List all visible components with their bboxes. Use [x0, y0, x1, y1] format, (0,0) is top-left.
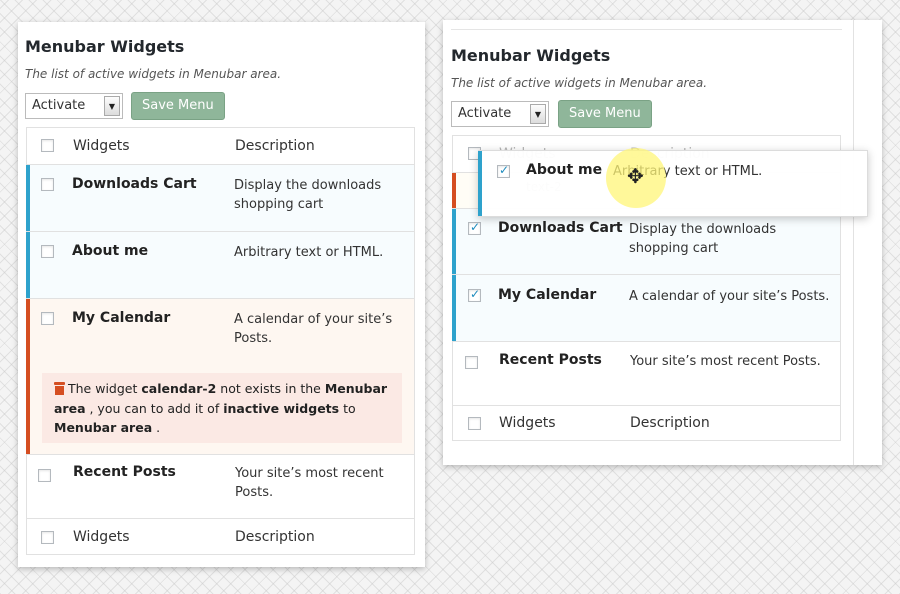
column-widgets: Widgets: [73, 138, 130, 154]
widget-name: Downloads Cart: [498, 220, 623, 236]
table-row[interactable]: My Calendar A calendar of your site’s Po…: [452, 275, 840, 342]
missing-widget-notice: The widget calendar-2 not exists in the …: [42, 373, 402, 443]
select-all-checkbox[interactable]: [41, 531, 54, 544]
row-checkbox[interactable]: [41, 245, 54, 258]
column-description: Description: [235, 529, 315, 545]
chevron-down-icon[interactable]: ▼: [104, 96, 120, 116]
trash-icon[interactable]: [54, 382, 65, 395]
table-row[interactable]: Downloads Cart Display the downloads sho…: [452, 209, 840, 275]
select-value: Activate: [32, 98, 86, 113]
widget-description: A calendar of your site’s Posts.: [234, 312, 393, 346]
active-indicator: [26, 232, 30, 298]
table-row[interactable]: Recent Posts Your site’s most recent Pos…: [453, 342, 840, 406]
save-menu-button[interactable]: Save Menu: [558, 100, 652, 128]
panel-subtitle: The list of active widgets in Menubar ar…: [25, 67, 282, 81]
widget-description: Display the downloads shopping cart: [234, 178, 382, 212]
widget-name: Downloads Cart: [72, 176, 197, 192]
table-footer: Widgets Description: [27, 519, 414, 555]
dragged-widget-row[interactable]: About me Arbitrary text or HTML.: [478, 150, 868, 217]
widgets-table: Widgets Description Downloads Cart Displ…: [26, 127, 415, 555]
row-checkbox[interactable]: [41, 178, 54, 191]
row-checkbox[interactable]: [465, 356, 478, 369]
table-row[interactable]: Recent Posts Your site’s most recent Pos…: [27, 455, 414, 519]
panel-title: Menubar Widgets: [451, 46, 611, 65]
active-indicator: [452, 209, 456, 274]
row-checkbox[interactable]: [468, 220, 481, 235]
widget-name: My Calendar: [498, 287, 597, 303]
panel-title: Menubar Widgets: [25, 37, 185, 56]
widget-description: Your site’s most recent Posts.: [235, 466, 384, 500]
save-menu-button[interactable]: Save Menu: [131, 92, 225, 120]
table-header: Widgets Description: [27, 128, 414, 165]
widget-name: About me: [72, 243, 149, 259]
table-row[interactable]: About me Arbitrary text or HTML.: [26, 232, 414, 299]
panel-subtitle: The list of active widgets in Menubar ar…: [451, 76, 708, 90]
active-indicator: [452, 275, 456, 341]
select-all-checkbox[interactable]: [41, 139, 54, 152]
column-description: Description: [235, 138, 315, 154]
row-checkbox[interactable]: [41, 312, 54, 325]
widget-description: Your site’s most recent Posts.: [630, 354, 821, 369]
chevron-down-icon[interactable]: ▼: [530, 104, 546, 124]
widget-description: A calendar of your site’s Posts.: [629, 289, 830, 304]
widget-name: Recent Posts: [499, 352, 602, 368]
widget-name: My Calendar: [72, 310, 171, 326]
move-cursor-icon: ✥: [627, 164, 644, 188]
left-widgets-panel: Menubar Widgets The list of active widge…: [18, 22, 425, 567]
column-widgets: Widgets: [499, 415, 556, 431]
right-widgets-panel: Menubar Widgets The list of active widge…: [443, 20, 882, 465]
row-checkbox[interactable]: [497, 163, 510, 178]
error-indicator: [452, 173, 456, 208]
widget-description: Display the downloads shopping cart: [629, 222, 777, 256]
select-value: Activate: [458, 106, 512, 121]
bulk-action-select[interactable]: Activate ▼: [451, 101, 549, 127]
bulk-action-select[interactable]: Activate ▼: [25, 93, 123, 119]
active-indicator: [26, 165, 30, 231]
row-checkbox[interactable]: [38, 469, 51, 482]
error-indicator: [26, 299, 30, 454]
table-row[interactable]: Downloads Cart Display the downloads sho…: [26, 165, 414, 232]
column-description: Description: [630, 415, 710, 431]
widget-name: Recent Posts: [73, 464, 176, 480]
table-row[interactable]: My Calendar A calendar of your site’s Po…: [26, 299, 414, 455]
column-widgets: Widgets: [73, 529, 130, 545]
widget-description: Arbitrary text or HTML.: [234, 245, 384, 260]
table-footer: Widgets Description: [453, 406, 840, 441]
widget-name: About me: [526, 162, 603, 178]
select-all-checkbox[interactable]: [468, 417, 481, 430]
active-indicator: [478, 151, 482, 216]
row-checkbox[interactable]: [468, 287, 481, 302]
